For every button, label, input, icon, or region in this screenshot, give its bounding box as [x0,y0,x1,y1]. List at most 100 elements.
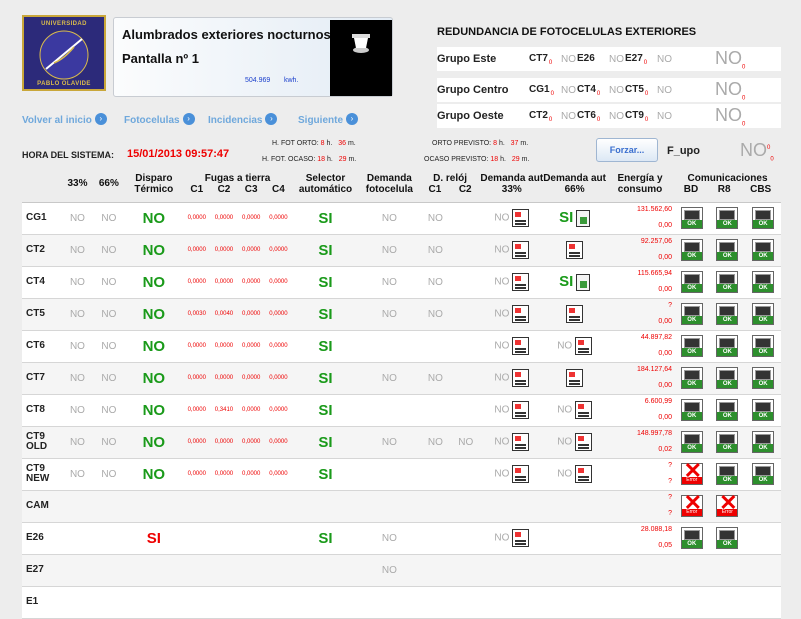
cell-fuga [264,554,293,587]
cell-dreloj-c1: NO [419,298,452,331]
group-result: NO0 [715,79,746,102]
cell-cbs: OK [745,330,781,363]
comm-ok-icon[interactable]: OK [752,207,775,229]
system-time-value: 15/01/2013 09:57:47 [127,148,230,160]
demand-chart-icon[interactable] [512,241,530,259]
comm-ok-icon[interactable]: OK [716,463,739,485]
group-ct-value: NO [561,54,576,65]
cell-33 [61,522,94,555]
nav-incidents-link[interactable]: Incidencias › [208,110,278,128]
cell-fuga [183,522,211,555]
cell-energia: 44.897,82 0,00 [605,330,675,363]
comm-error-icon[interactable]: ✕ Error [680,460,703,485]
energy-total: 504.969 [245,77,271,84]
row-name: E27 [22,554,62,587]
comm-ok-icon[interactable]: OK [680,335,703,357]
comm-ok-icon[interactable]: OK [716,367,739,389]
group-ct-label: CT40 [577,84,601,97]
col-dreloj: D. relój C1 C2 [419,166,481,203]
nav-next-link[interactable]: Siguiente › [298,110,359,128]
comm-ok-icon[interactable]: OK [680,399,703,421]
demand-chart-icon[interactable] [512,369,530,387]
cell-selector: SI [292,234,359,267]
comm-error-icon[interactable]: ✕ Error [716,492,739,517]
cell-bd: OK [674,362,710,395]
comm-ok-icon[interactable]: OK [680,303,703,325]
demand-chart-icon[interactable] [512,433,530,451]
cell-66: NO [93,202,125,235]
demand-chart-icon[interactable] [566,369,584,387]
demand-chart-icon[interactable] [512,401,530,419]
cell-bd [674,586,710,619]
demand-chart-icon[interactable] [566,305,584,323]
comm-ok-icon[interactable]: OK [752,367,775,389]
energy-value: 148.997,78 [636,429,673,437]
cell-dreloj-c2 [451,234,481,267]
comm-ok-icon[interactable]: OK [752,335,775,357]
cell-aut33: NO [480,426,544,459]
switch-icon[interactable] [576,210,591,228]
arrow-right-icon: › [94,112,107,125]
university-logo: UNIVERSIDAD PABLO OLAVIDE [22,15,106,91]
demand-chart-icon[interactable] [512,529,530,547]
consumption-value: ? [668,509,673,517]
comm-ok-icon[interactable]: OK [752,271,775,293]
row-name: CAM [22,490,62,523]
demand-chart-icon[interactable] [574,465,592,483]
cell-demanda: NO [359,234,420,267]
cell-demanda: NO [359,554,420,587]
demand-chart-icon[interactable] [566,241,584,259]
cell-fuga [183,554,211,587]
comm-error-icon[interactable]: ✕ Error [680,492,703,517]
demand-chart-icon[interactable] [574,337,592,355]
nav-home-link[interactable]: Volver al inicio › [22,110,107,128]
cell-fuga: 0,0000 [210,458,238,491]
comm-ok-icon[interactable]: OK [680,207,703,229]
cell-energia: ?? [605,490,675,523]
demand-chart-icon[interactable] [512,337,530,355]
cell-disparo [124,586,184,619]
comm-ok-icon[interactable]: OK [752,303,775,325]
cell-demanda: NO [359,266,420,299]
demand-chart-icon[interactable] [512,465,530,483]
comm-ok-icon[interactable]: OK [752,463,775,485]
comm-ok-icon[interactable]: OK [680,239,703,261]
comm-ok-icon[interactable]: OK [716,431,739,453]
demand-chart-icon[interactable] [512,209,530,227]
force-button[interactable]: Forzar... [596,138,658,162]
cell-energia [605,554,675,587]
comm-ok-icon[interactable]: OK [680,367,703,389]
redundancy-group-west: Grupo Oeste CT20 NO CT60 NO CT90 NO NO0 [437,104,781,128]
comm-ok-icon[interactable]: OK [716,527,739,549]
comm-ok-icon[interactable]: OK [716,207,739,229]
comm-ok-icon[interactable]: OK [752,431,775,453]
comm-ok-icon[interactable]: OK [752,239,775,261]
switch-icon[interactable] [576,274,591,292]
cell-fuga: 0,0000 [237,426,265,459]
row-name: CT5 [22,298,62,331]
comm-ok-icon[interactable]: OK [680,431,703,453]
cell-r8: OK [709,330,746,363]
demand-chart-icon[interactable] [512,305,530,323]
table-row: E1 [22,586,781,619]
comm-ok-icon[interactable]: OK [716,335,739,357]
cell-r8 [709,554,746,587]
comm-ok-icon[interactable]: OK [716,271,739,293]
arrow-right-icon: › [182,112,195,125]
cell-disparo: NO [124,202,184,235]
cell-fuga: 0,0000 [264,394,293,427]
cell-selector: SI [292,330,359,363]
demand-chart-icon[interactable] [512,273,530,291]
comm-ok-icon[interactable]: OK [716,399,739,421]
comm-ok-icon[interactable]: OK [716,303,739,325]
cell-bd: OK [674,234,710,267]
demand-chart-icon[interactable] [574,433,592,451]
nav-photocells-link[interactable]: Fotocelulas › [124,110,195,128]
comm-ok-icon[interactable]: OK [680,271,703,293]
comm-ok-icon[interactable]: OK [716,239,739,261]
demand-chart-icon[interactable] [574,401,592,419]
comm-ok-icon[interactable]: OK [752,399,775,421]
comm-ok-icon[interactable]: OK [680,527,703,549]
cell-33: NO [61,330,94,363]
cell-demanda: NO [359,202,420,235]
